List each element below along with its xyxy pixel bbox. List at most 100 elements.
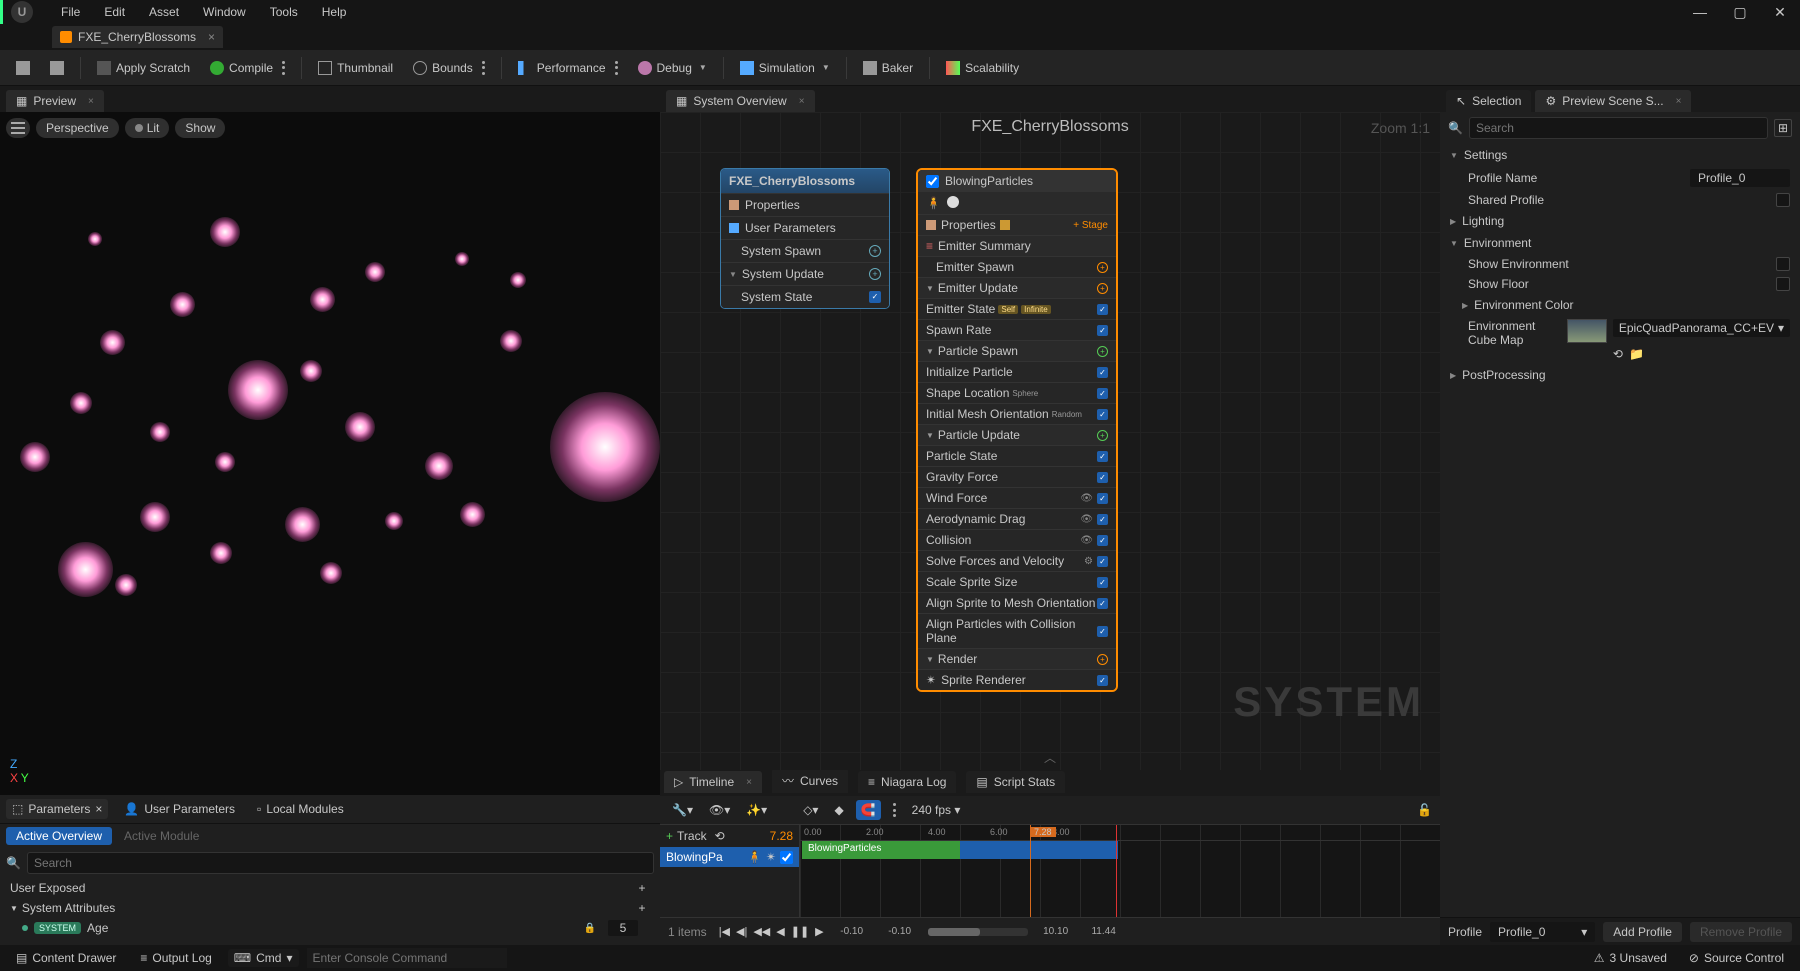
console-input[interactable]: [307, 948, 507, 968]
pause-button[interactable]: ❚❚: [791, 925, 809, 938]
postprocessing-section[interactable]: ▶PostProcessing: [1440, 364, 1800, 386]
sync-icon[interactable]: ⟲: [715, 829, 725, 843]
emitter-section-row[interactable]: ▼Emitter Update+: [918, 277, 1116, 298]
track-checkbox[interactable]: [780, 851, 793, 864]
check-icon[interactable]: ✓: [1097, 451, 1108, 462]
emitter-section-row[interactable]: Spawn Rate✓: [918, 319, 1116, 340]
sphere-icon[interactable]: [947, 196, 959, 208]
system-overview-graph[interactable]: FXE_CherryBlossoms Zoom 1:1 SYSTEM ︿ FXE…: [660, 112, 1440, 770]
eye-dropdown[interactable]: 👁▾: [705, 801, 734, 819]
system-node[interactable]: FXE_CherryBlossoms Properties User Param…: [720, 168, 890, 309]
perf-options-icon[interactable]: [615, 61, 618, 75]
eye-icon[interactable]: 👁: [1080, 493, 1093, 504]
emitter-section-row[interactable]: ✴Sprite Renderer✓: [918, 669, 1116, 690]
emitter-section-row[interactable]: Solve Forces and Velocity⚙✓: [918, 550, 1116, 571]
add-stage-button[interactable]: + Stage: [1073, 220, 1108, 231]
timeline-tab[interactable]: ▷Timeline×: [664, 771, 762, 793]
emitter-section-row[interactable]: Wind Force👁✓: [918, 487, 1116, 508]
emitter-section-row[interactable]: ▼Particle Spawn+: [918, 340, 1116, 361]
check-icon[interactable]: ✓: [869, 291, 881, 303]
use-asset-icon[interactable]: ⟲: [1613, 347, 1623, 361]
cubemap-asset-dropdown[interactable]: EpicQuadPanorama_CC+EV▾: [1613, 319, 1790, 337]
emitter-section-row[interactable]: Align Sprite to Mesh Orientation✓: [918, 592, 1116, 613]
shared-profile-checkbox[interactable]: [1776, 193, 1790, 207]
menu-help[interactable]: Help: [310, 5, 359, 19]
emitter-section-row[interactable]: Properties+ Stage: [918, 214, 1116, 235]
check-icon[interactable]: ✓: [1097, 367, 1108, 378]
check-icon[interactable]: ✓: [1097, 598, 1108, 609]
menu-tools[interactable]: Tools: [258, 5, 310, 19]
bounds-button[interactable]: Bounds: [405, 57, 493, 79]
system-attr-header[interactable]: ▼System Attributes+: [4, 898, 656, 918]
preview-tab[interactable]: ▦Preview×: [6, 90, 104, 112]
node-row-system-update[interactable]: ▼System Update+: [721, 262, 889, 285]
inspector-search-input[interactable]: [1469, 117, 1768, 139]
key-dropdown[interactable]: ◇▾: [799, 801, 822, 819]
save-button[interactable]: [8, 57, 38, 79]
bounds-options-icon[interactable]: [482, 61, 485, 75]
apply-scratch-button[interactable]: Apply Scratch: [89, 57, 198, 79]
start-time[interactable]: -0.10: [832, 926, 872, 937]
fps-dropdown[interactable]: 240 fps ▾: [912, 803, 961, 817]
emitter-section-row[interactable]: Aerodynamic Drag👁✓: [918, 508, 1116, 529]
perspective-dropdown[interactable]: Perspective: [36, 118, 119, 138]
close-icon[interactable]: ×: [1676, 96, 1682, 107]
close-icon[interactable]: ×: [88, 96, 94, 107]
output-log-button[interactable]: ≡Output Log: [132, 949, 219, 967]
curves-tab[interactable]: 〰Curves: [772, 768, 848, 793]
add-icon[interactable]: +: [1097, 283, 1108, 294]
add-icon[interactable]: +: [1097, 654, 1108, 665]
cubemap-thumbnail[interactable]: [1567, 319, 1607, 343]
emitter-section-row[interactable]: Scale Sprite Size✓: [918, 571, 1116, 592]
check-icon[interactable]: ✓: [1097, 388, 1108, 399]
eye-icon[interactable]: 👁: [1080, 535, 1093, 546]
playhead[interactable]: [1030, 825, 1031, 917]
node-row-system-state[interactable]: System State✓: [721, 285, 889, 308]
add-icon[interactable]: +: [1097, 430, 1108, 441]
emitter-section-row[interactable]: Gravity Force✓: [918, 466, 1116, 487]
key-button[interactable]: ◆: [830, 801, 847, 819]
add-icon[interactable]: +: [1097, 346, 1108, 357]
show-env-checkbox[interactable]: [1776, 257, 1790, 271]
environment-section[interactable]: ▼Environment: [1440, 232, 1800, 254]
emitter-section-row[interactable]: Particle State✓: [918, 445, 1116, 466]
active-module-tab[interactable]: Active Module: [114, 827, 209, 845]
add-track-button[interactable]: +Track⟲7.28: [660, 825, 799, 847]
lighting-section[interactable]: ▶Lighting: [1440, 210, 1800, 232]
emitter-section-row[interactable]: ▼Particle Update+: [918, 424, 1116, 445]
emitter-section-row[interactable]: Initialize Particle✓: [918, 361, 1116, 382]
track-bar-emitter[interactable]: [960, 841, 1118, 859]
range-scrubber[interactable]: [928, 928, 1028, 936]
add-icon[interactable]: +: [869, 268, 881, 280]
user-parameters-tab[interactable]: 👤User Parameters: [118, 799, 241, 819]
browse-asset-icon[interactable]: 📁: [1629, 347, 1644, 361]
emitter-section-row[interactable]: Initial Mesh OrientationRandom✓: [918, 403, 1116, 424]
system-overview-tab[interactable]: ▦System Overview×: [666, 90, 815, 112]
cmd-dropdown[interactable]: ⌨Cmd ▾: [228, 949, 299, 967]
env-color-section[interactable]: ▶Environment Color: [1440, 294, 1800, 316]
user-exposed-header[interactable]: User Exposed+: [4, 878, 656, 898]
add-icon[interactable]: +: [869, 245, 881, 257]
add-profile-button[interactable]: Add Profile: [1603, 922, 1682, 942]
node-row-properties[interactable]: Properties: [721, 193, 889, 216]
playhead-label[interactable]: 7.28: [1030, 827, 1056, 837]
compile-options-icon[interactable]: [282, 61, 285, 75]
add-icon[interactable]: +: [1097, 262, 1108, 273]
check-icon[interactable]: ✓: [1097, 535, 1108, 546]
node-row-system-spawn[interactable]: System Spawn+: [721, 239, 889, 262]
check-icon[interactable]: ✓: [1097, 325, 1108, 336]
compile-button[interactable]: Compile: [202, 57, 293, 79]
settings-section[interactable]: ▼Settings: [1440, 144, 1800, 166]
add-icon[interactable]: +: [634, 901, 650, 915]
check-icon[interactable]: ✓: [1097, 409, 1108, 420]
snap-button[interactable]: 🧲: [856, 800, 881, 820]
menu-window[interactable]: Window: [191, 5, 258, 19]
simulation-button[interactable]: Simulation▼: [732, 57, 838, 79]
show-floor-checkbox[interactable]: [1776, 277, 1790, 291]
wrench-dropdown[interactable]: 🔧▾: [668, 801, 697, 819]
emitter-node[interactable]: BlowingParticles 🧍 Properties+ Stage≡Emi…: [916, 168, 1118, 692]
spark-icon[interactable]: ✴: [766, 850, 776, 864]
preview-scene-tab[interactable]: ⚙Preview Scene S...×: [1535, 90, 1691, 112]
step-back-key-button[interactable]: ◀◀: [753, 925, 770, 938]
lock-icon[interactable]: 🔓: [1417, 803, 1432, 817]
